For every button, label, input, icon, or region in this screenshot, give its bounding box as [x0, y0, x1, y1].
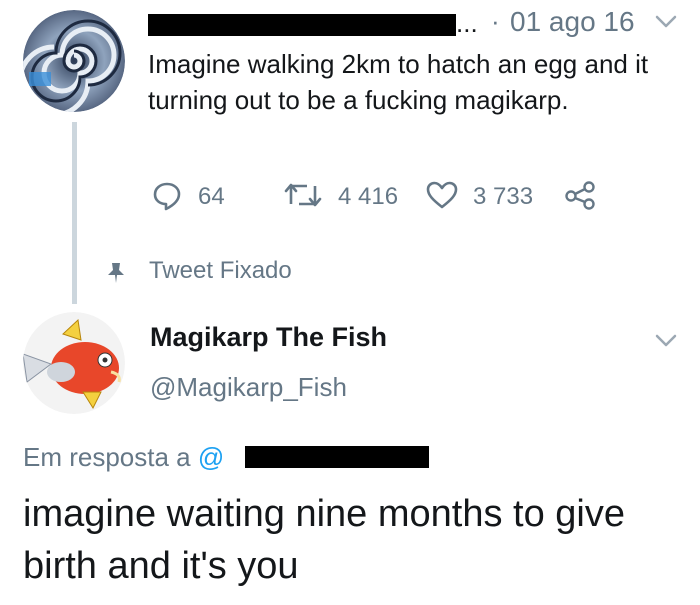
author-avatar[interactable] — [23, 10, 125, 112]
tweet-date[interactable]: 01 ago 16 — [510, 6, 635, 38]
magikarp-avatar[interactable] — [23, 312, 125, 414]
retweet-icon[interactable] — [283, 180, 323, 210]
reply-to-handle[interactable]: @ — [198, 442, 224, 472]
author-name-ellipsis: ... — [456, 8, 478, 38]
reply-to-prefix: Em resposta a — [23, 442, 191, 472]
date-separator: · — [491, 6, 500, 36]
retweet-count: 4 416 — [338, 183, 399, 210]
pinned-label: Tweet Fixado — [149, 257, 292, 284]
pin-icon — [106, 262, 126, 284]
tweet-text: Imagine walking 2km to hatch an egg and … — [148, 49, 649, 115]
reply-author-name[interactable]: Magikarp The Fish — [150, 322, 387, 353]
like-count: 3 733 — [473, 183, 534, 210]
reply-text: imagine waiting nine months to give birt… — [23, 493, 626, 587]
chevron-down-icon[interactable] — [654, 14, 678, 30]
reply-count: 64 — [198, 183, 225, 210]
reply-bubble-icon[interactable] — [152, 181, 182, 211]
share-icon[interactable] — [563, 180, 597, 210]
thread-line — [72, 122, 77, 304]
reply-author-handle[interactable]: @Magikarp_Fish — [150, 372, 347, 403]
reply-to-line: Em resposta a @ — [23, 442, 224, 473]
reply-to-handle-redacted — [245, 446, 429, 468]
heart-icon[interactable] — [425, 180, 459, 210]
author-name-redacted — [148, 14, 456, 36]
reply-chevron-down-icon[interactable] — [654, 333, 678, 349]
